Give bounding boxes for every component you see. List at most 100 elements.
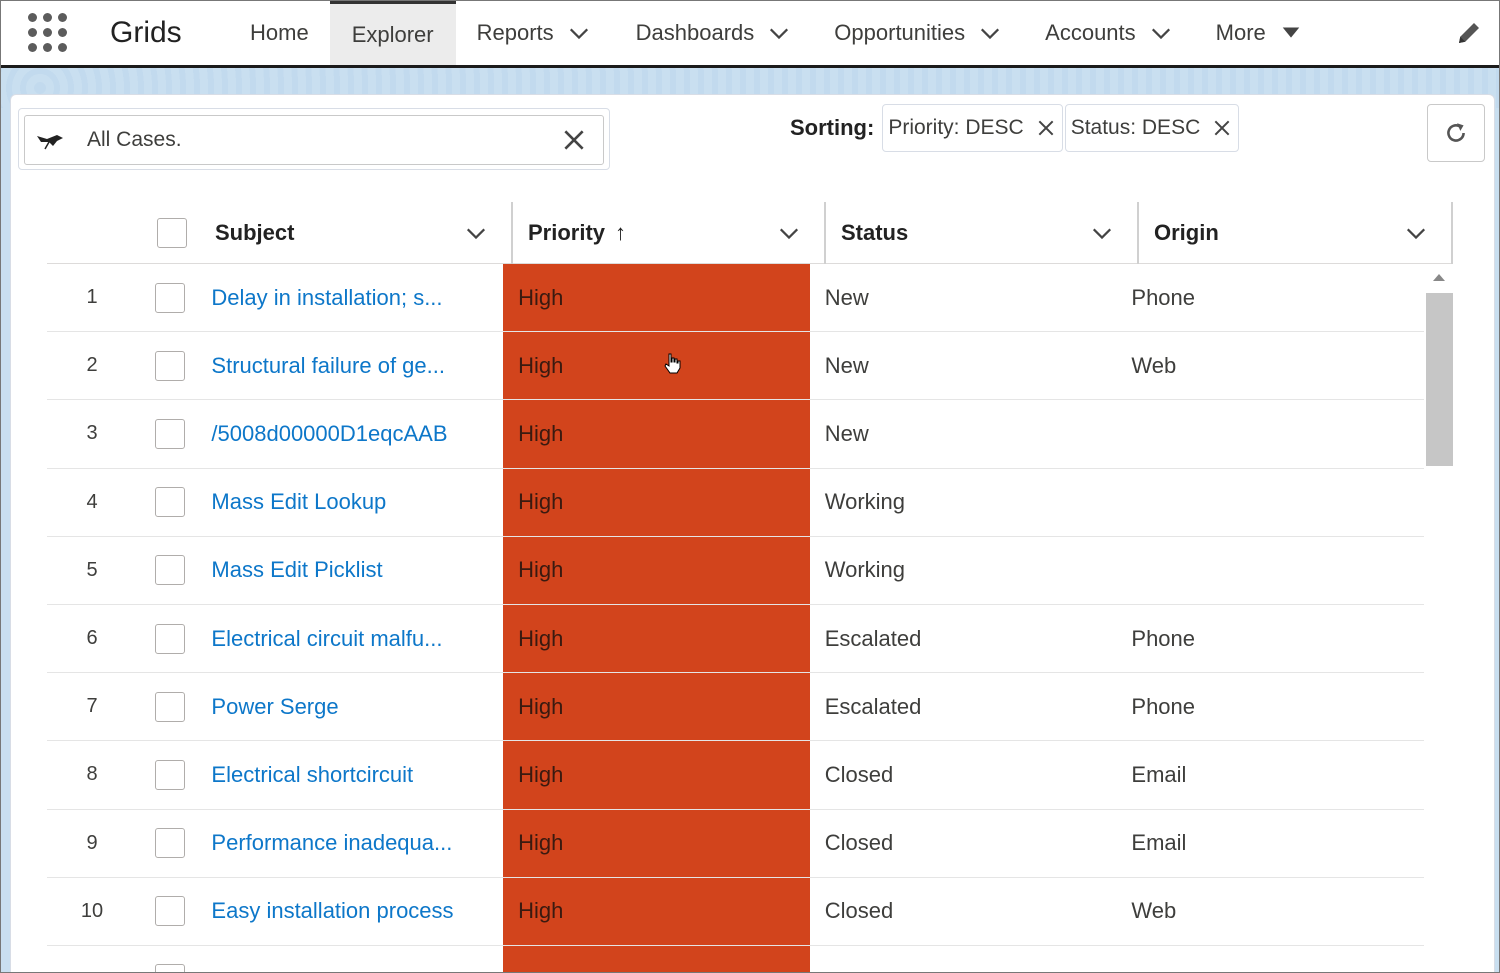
priority-cell[interactable]: High — [503, 877, 810, 945]
row-checkbox[interactable] — [155, 555, 186, 586]
app-launcher[interactable] — [0, 0, 104, 65]
row-checkbox[interactable] — [155, 487, 186, 518]
status-cell[interactable]: New — [810, 400, 1117, 467]
column-header-origin[interactable]: Origin — [1139, 202, 1453, 264]
subject-cell: /5008d00000D1eqcAAB — [211, 400, 503, 467]
chevron-down-icon[interactable] — [465, 222, 487, 244]
origin-cell[interactable]: Phone — [1116, 673, 1424, 740]
cases-grid: Subject Priority ↑ Status Origin 1 Delay… — [47, 202, 1453, 973]
subject-link[interactable]: Performance inadequa... — [211, 830, 452, 856]
row-select-cell — [137, 673, 211, 740]
row-checkbox[interactable] — [155, 828, 186, 859]
priority-cell[interactable] — [503, 945, 810, 973]
row-select-cell — [137, 946, 211, 973]
origin-cell[interactable]: Phone — [1116, 264, 1424, 331]
nav-item-more[interactable]: More — [1182, 0, 1312, 65]
status-cell[interactable] — [810, 946, 1117, 973]
row-checkbox[interactable] — [155, 964, 186, 973]
caret-down-icon[interactable] — [1280, 22, 1302, 44]
close-icon[interactable] — [1036, 118, 1056, 138]
nav-item-reports[interactable]: Reports — [456, 0, 600, 65]
row-checkbox[interactable] — [155, 623, 186, 654]
nav-item-label: Reports — [476, 19, 554, 45]
scroll-up-arrow-icon[interactable] — [1432, 272, 1446, 282]
row-select-cell — [137, 332, 211, 399]
subject-link[interactable]: Power Serge — [211, 694, 338, 720]
origin-cell[interactable]: Email — [1116, 741, 1424, 808]
status-cell[interactable]: Escalated — [810, 673, 1117, 740]
priority-cell[interactable]: High — [503, 536, 810, 604]
priority-cell[interactable]: High — [503, 604, 810, 673]
row-checkbox[interactable] — [155, 759, 186, 790]
origin-cell[interactable]: Email — [1116, 810, 1424, 877]
chevron-down-icon[interactable] — [1091, 222, 1113, 244]
nav-item-explorer[interactable]: Explorer — [329, 0, 456, 65]
row-checkbox[interactable] — [155, 896, 186, 927]
origin-cell[interactable] — [1116, 537, 1424, 604]
nav-item-accounts[interactable]: Accounts — [1011, 0, 1182, 65]
nav-item-dashboards[interactable]: Dashboards — [600, 0, 801, 65]
chevron-down-icon[interactable] — [778, 222, 800, 244]
chevron-down-icon[interactable] — [1405, 222, 1427, 244]
subject-link[interactable]: Mass Edit Picklist — [211, 557, 382, 583]
sort-pill-status[interactable]: Status: DESC — [1064, 104, 1240, 152]
priority-cell[interactable]: High — [503, 741, 810, 809]
subject-link[interactable]: Structural failure of ge... — [211, 353, 445, 379]
status-cell[interactable]: Closed — [810, 810, 1117, 877]
priority-cell[interactable]: High — [503, 332, 810, 400]
status-cell[interactable]: Closed — [810, 878, 1117, 945]
row-checkbox[interactable] — [155, 691, 186, 722]
subject-link[interactable]: /5008d00000D1eqcAAB — [211, 421, 447, 447]
column-header-status[interactable]: Status — [826, 202, 1139, 264]
row-select-cell — [137, 537, 211, 604]
origin-cell[interactable]: Web — [1116, 878, 1424, 945]
status-cell[interactable]: Working — [810, 469, 1117, 536]
close-icon[interactable] — [561, 127, 587, 153]
priority-cell[interactable]: High — [503, 468, 810, 536]
origin-cell[interactable] — [1116, 946, 1424, 973]
origin-cell[interactable] — [1116, 469, 1424, 536]
subject-link[interactable]: Easy installation process — [211, 898, 453, 924]
close-icon[interactable] — [1212, 118, 1232, 138]
status-cell[interactable]: Closed — [810, 741, 1117, 808]
subject-link[interactable]: Electrical circuit malfu... — [211, 626, 442, 652]
subject-cell — [211, 946, 503, 973]
chevron-down-icon[interactable] — [1150, 22, 1172, 44]
column-header-subject[interactable]: Subject — [215, 202, 513, 264]
row-checkbox[interactable] — [155, 418, 186, 449]
status-cell[interactable]: Escalated — [810, 605, 1117, 672]
row-select-cell — [137, 264, 211, 331]
origin-cell[interactable] — [1116, 400, 1424, 467]
filter-box[interactable]: All Cases. — [24, 115, 604, 165]
priority-cell[interactable]: High — [503, 673, 810, 741]
pencil-icon[interactable] — [1454, 18, 1484, 48]
refresh-button[interactable] — [1427, 104, 1485, 162]
subject-link[interactable]: Electrical shortcircuit — [211, 762, 413, 788]
app-launcher-icon[interactable] — [27, 13, 67, 52]
nav-item-home[interactable]: Home — [234, 0, 330, 65]
status-cell[interactable]: Working — [810, 537, 1117, 604]
subject-cell: Easy installation process — [211, 878, 503, 945]
origin-cell[interactable]: Phone — [1116, 605, 1424, 672]
subject-link[interactable]: Mass Edit Lookup — [211, 489, 386, 515]
status-cell[interactable]: New — [810, 332, 1117, 399]
row-select-cell — [137, 400, 211, 467]
priority-cell[interactable]: High — [503, 400, 810, 468]
origin-cell[interactable]: Web — [1116, 332, 1424, 399]
subject-cell: Structural failure of ge... — [211, 332, 503, 399]
subject-cell: Mass Edit Lookup — [211, 469, 503, 536]
nav-item-opportunities[interactable]: Opportunities — [800, 0, 1011, 65]
priority-cell[interactable]: High — [503, 809, 810, 877]
select-all-checkbox[interactable] — [157, 218, 187, 248]
row-checkbox[interactable] — [155, 350, 186, 381]
subject-link[interactable]: Delay in installation; s... — [211, 285, 442, 311]
chevron-down-icon[interactable] — [979, 22, 1001, 44]
priority-cell[interactable]: High — [503, 264, 810, 332]
scrollbar-thumb[interactable] — [1426, 293, 1453, 466]
column-header-priority[interactable]: Priority ↑ — [513, 202, 826, 264]
row-checkbox[interactable] — [155, 282, 186, 313]
status-cell[interactable]: New — [810, 264, 1117, 331]
sort-pill-priority[interactable]: Priority: DESC — [882, 104, 1063, 152]
chevron-down-icon[interactable] — [568, 22, 590, 44]
chevron-down-icon[interactable] — [768, 22, 790, 44]
